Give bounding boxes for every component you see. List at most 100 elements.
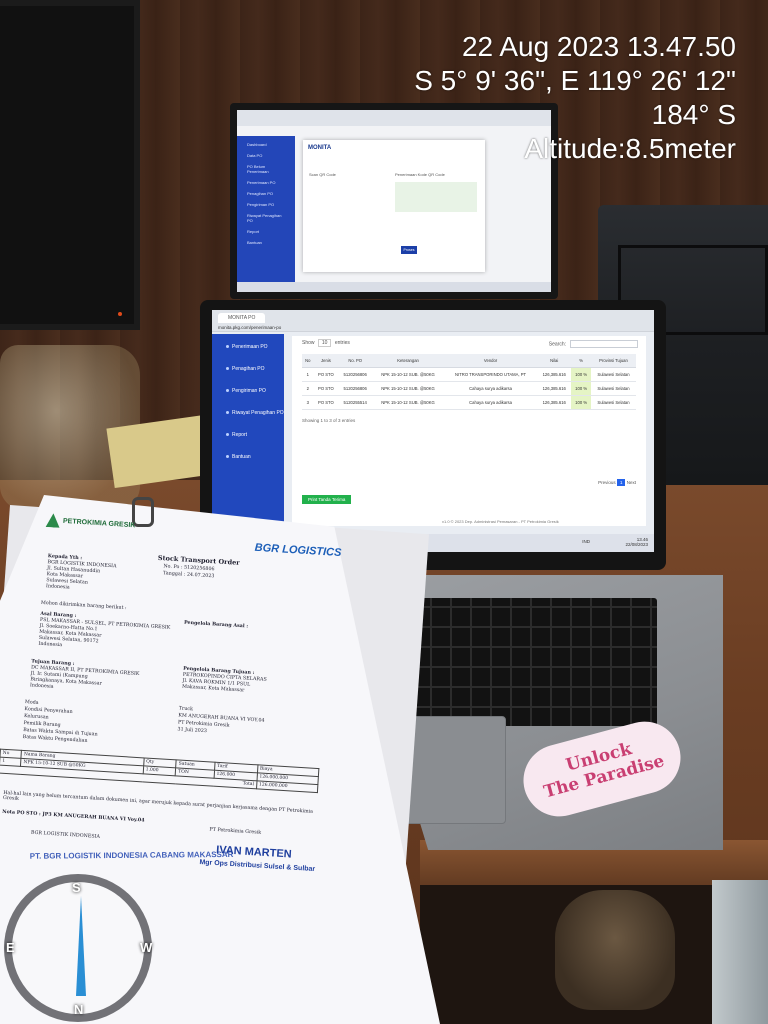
back-sidebar-item[interactable]: Data PO	[237, 147, 295, 158]
address-bar[interactable]: monita.pkg.com/penerimaan-po	[218, 325, 648, 330]
browser-tab[interactable]: MONITA PO	[218, 313, 266, 323]
print-button[interactable]: Print Tanda Terima	[302, 495, 352, 504]
tanggal: Tanggal : 24.07.2023	[163, 571, 215, 579]
cell: 100 %	[571, 395, 591, 410]
cell: 5120256806	[338, 367, 373, 382]
back-sidebar-item[interactable]: PO Belum Penerimaan	[237, 158, 295, 174]
pemilik-value: 31 Juli 2023	[177, 727, 208, 735]
dot-icon	[226, 455, 229, 459]
table-row[interactable]: 2 PO STO 5120256806 NPK 15-10-12 SUB. @5…	[302, 381, 636, 396]
taskbar-lang[interactable]: IND	[582, 539, 590, 544]
table-header-row: No Jenis No. PO Keterangan Vendor Nilai …	[302, 354, 636, 368]
overlay-altitude: Altitude:8.5meter	[524, 133, 736, 164]
cell: PO STO	[313, 367, 339, 382]
table-row[interactable]: 1 PO STO 5120256806 NPK 15-10-12 SUB. @5…	[302, 367, 636, 382]
next-button[interactable]: Next	[627, 480, 636, 485]
col-header[interactable]: No	[302, 354, 314, 368]
back-sidebar-item[interactable]: Report	[237, 223, 295, 234]
sidebar-label: Bantuan	[232, 454, 251, 460]
moda-value: Truck	[178, 706, 194, 713]
back-sidebar: Dashboard Data PO PO Belum Penerimaan Pe…	[237, 136, 295, 292]
sidebar-label: Report	[232, 432, 248, 438]
no-po-label: No. Po :	[163, 564, 183, 571]
sidebar-label: Penagihan PO	[232, 366, 265, 372]
cell: PO STO	[313, 395, 339, 410]
mohon-text: Mohon dikirimkan barang berikut :	[40, 600, 127, 612]
back-taskbar	[237, 282, 551, 292]
sidebar-item-penagihan[interactable]: Penagihan PO	[212, 356, 284, 378]
cell: Sulawesi Selatan	[590, 381, 636, 396]
page-button[interactable]: 1	[616, 479, 626, 486]
pengelola-asal-label: Pengelola Barang Asal :	[183, 619, 249, 630]
taskbar-clock[interactable]: 13.46 22/08/2023	[625, 537, 648, 547]
kelurusan-label: Kelurusan	[23, 714, 49, 721]
compass-west: W	[140, 940, 153, 955]
show-select[interactable]: 10	[317, 339, 332, 347]
col-header[interactable]: Keterangan	[372, 354, 444, 368]
compass-north: N	[74, 1002, 84, 1017]
info-note	[395, 182, 477, 212]
sidebar-label: Riwayat Penagihan PO	[232, 410, 284, 416]
sidebar-label: Pengiriman PO	[232, 388, 266, 394]
compass-south: S	[72, 880, 81, 895]
shelf	[712, 880, 768, 1024]
table-row[interactable]: 3 PO STO 5120255514 NPK 15-10-12 SUB. @5…	[302, 395, 636, 410]
proses-button[interactable]: Proses	[401, 246, 417, 254]
sidebar-item-report[interactable]: Report	[212, 422, 284, 444]
col-header[interactable]: Provinsi Tujuan	[590, 354, 636, 368]
dot-icon	[226, 411, 229, 415]
search: Search:	[549, 340, 638, 348]
tanggal-label: Tanggal :	[162, 571, 186, 578]
cell: 126,385.616	[537, 381, 572, 396]
prev-button[interactable]: Previous	[598, 480, 616, 485]
dot-icon	[226, 389, 229, 393]
power-led	[118, 312, 122, 316]
cell: 1	[302, 367, 314, 382]
scan-field-label: Scan QR Code	[309, 172, 336, 177]
col-header[interactable]: Nilai	[537, 354, 572, 368]
pemilik-label: Pemilik Barang	[23, 720, 61, 729]
sign-left-company: BGR LOGISTIK INDONESIA	[30, 830, 101, 840]
sidebar-item-riwayat[interactable]: Riwayat Penagihan PO	[212, 400, 284, 422]
back-sidebar-item[interactable]: Bantuan	[237, 234, 295, 245]
main-content: Show 10 entries Search: No Jenis No. PO …	[292, 336, 646, 532]
left-monitor	[0, 0, 140, 330]
back-sidebar-item[interactable]: Penerimaan PO	[237, 174, 295, 185]
cell: 126,385.616	[537, 367, 572, 382]
sidebar-label: Penerimaan PO	[232, 344, 268, 350]
compass-needle-icon	[76, 896, 86, 996]
sidebar-item-pengiriman[interactable]: Pengiriman PO	[212, 378, 284, 400]
dot-icon	[226, 433, 229, 437]
gps-overlay: 22 Aug 2023 13.47.50 S 5° 9' 36", E 119°…	[414, 30, 736, 166]
col-header[interactable]: No. PO	[338, 354, 373, 368]
sign-right-company: PT Petrokimia Gresik	[209, 827, 262, 836]
po-table: No Jenis No. PO Keterangan Vendor Nilai …	[302, 354, 636, 410]
entries-label: entries	[334, 340, 350, 346]
cell: 100 %	[571, 367, 591, 382]
col-header[interactable]: %	[571, 354, 591, 368]
cell: 100 %	[571, 381, 591, 396]
moda-label: Moda	[24, 700, 39, 706]
cell: NPK 15-10-12 SUB. @50KG	[372, 367, 444, 382]
browser-chrome: MONITA PO monita.pkg.com/penerimaan-po	[212, 310, 654, 332]
back-sidebar-item[interactable]: Riwayat Penagihan PO	[237, 207, 295, 223]
cell: Cahaya surya adikarsa	[443, 381, 538, 396]
nota-po: Nota PO STO : JP3 KM ANUGERAH BUANA VI V…	[1, 808, 145, 824]
search-input[interactable]	[570, 340, 638, 348]
dot-icon	[226, 345, 229, 349]
cell: 5120256806	[338, 381, 373, 396]
col-header[interactable]: Jenis	[313, 354, 339, 368]
shoe	[555, 890, 675, 1010]
cell: Sulawesi Selatan	[590, 395, 636, 410]
overlay-heading: 184° S	[651, 99, 736, 130]
po-card: Show 10 entries Search: No Jenis No. PO …	[292, 336, 646, 526]
back-sidebar-item[interactable]: Dashboard	[237, 136, 295, 147]
no-po-value: 5120256806	[183, 565, 215, 573]
back-sidebar-item[interactable]: Penagihan PO	[237, 185, 295, 196]
cell: 3	[302, 395, 314, 410]
col-header[interactable]: Vendor	[443, 354, 538, 368]
sidebar-item-penerimaan[interactable]: Penerimaan PO	[212, 334, 284, 356]
sidebar-item-bantuan[interactable]: Bantuan	[212, 444, 284, 466]
back-sidebar-item[interactable]: Pengiriman PO	[237, 196, 295, 207]
cell: PO STO	[313, 381, 339, 396]
